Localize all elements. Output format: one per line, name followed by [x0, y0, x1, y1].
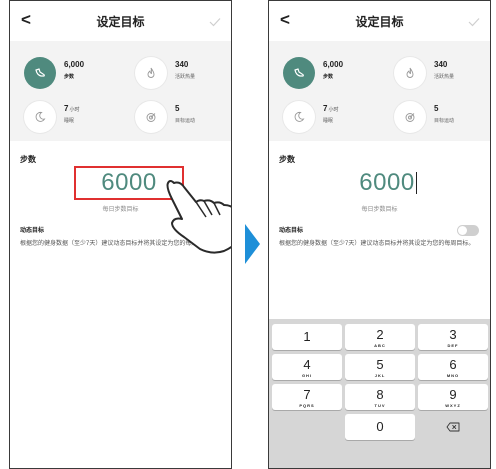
goal-label: 活跃热量 — [175, 74, 196, 80]
key-letters: WXYZ — [445, 403, 461, 408]
dynamic-goal-title: 动态目标 — [20, 228, 45, 234]
key-2[interactable]: 2 ABC — [345, 324, 415, 350]
confirm-check-icon[interactable] — [468, 14, 480, 32]
key-6[interactable]: 6 MNO — [418, 354, 488, 380]
text-cursor — [415, 172, 417, 194]
goal-value: 340 — [175, 60, 189, 69]
dynamic-goal-description: 根据您的健身数据（至少7天）建议动态目标并将其设定为您的每周目标。 — [279, 241, 475, 247]
key-digit: 5 — [376, 357, 384, 372]
backspace-icon — [446, 422, 460, 432]
dynamic-goal-toggle[interactable] — [457, 225, 479, 236]
goal-value: 5 — [175, 104, 180, 113]
toggle-knob — [458, 226, 467, 235]
steps-section-label: 步数 — [279, 155, 295, 164]
flame-icon — [135, 57, 167, 89]
goal-label: 步数 — [323, 74, 334, 80]
goal-label: 目标运动 — [434, 118, 455, 124]
goal-sleep[interactable]: 7小时 睡眠 — [283, 97, 383, 137]
goal-value: 340 — [434, 60, 448, 69]
pointing-hand-icon — [166, 180, 231, 254]
goal-summary-panel: 6,000 步数 340 活跃热量 7小时 睡眠 5 目标运动 — [269, 41, 490, 141]
key-digit: 3 — [449, 327, 457, 342]
key-digit: 4 — [303, 357, 311, 372]
goal-value: 5 — [434, 104, 439, 113]
goal-exercise[interactable]: 5 目标运动 — [394, 97, 490, 137]
nav-bar: < 设定目标 — [10, 1, 231, 39]
goal-steps[interactable]: 6,000 步数 — [283, 53, 383, 93]
goal-value: 7小时 — [64, 104, 80, 113]
goal-sleep[interactable]: 7小时 睡眠 — [24, 97, 124, 137]
goal-value: 6,000 — [323, 60, 344, 69]
target-icon — [394, 101, 426, 133]
goal-label: 步数 — [64, 74, 75, 80]
goal-steps[interactable]: 6,000 步数 — [24, 53, 124, 93]
steps-goal-value: 6000 — [359, 169, 415, 196]
key-digit: 2 — [376, 327, 384, 342]
key-digit: 6 — [449, 357, 457, 372]
confirm-check-icon[interactable] — [209, 14, 221, 32]
key-3[interactable]: 3 DEF — [418, 324, 488, 350]
key-letters: GHI — [301, 373, 313, 378]
moon-icon — [283, 101, 315, 133]
key-digit: 7 — [303, 387, 311, 402]
key-digit: 8 — [376, 387, 384, 402]
key-digit: 0 — [376, 419, 384, 434]
key-5[interactable]: 5 JKL — [345, 354, 415, 380]
goal-active-calories[interactable]: 340 活跃热量 — [394, 53, 490, 93]
page-title: 设定目标 — [355, 15, 404, 29]
moon-icon — [24, 101, 56, 133]
key-letters: DEF — [447, 343, 459, 348]
phone-screen-after: < 设定目标 6,000 步数 340 活跃热量 7小时 睡眠 5 目标运动 步… — [268, 0, 491, 469]
goal-active-calories[interactable]: 340 活跃热量 — [135, 53, 231, 93]
key-blank — [272, 414, 342, 440]
steps-goal-value: 6000 — [101, 169, 157, 196]
key-8[interactable]: 8 TUV — [345, 384, 415, 410]
delete-key[interactable] — [418, 414, 488, 440]
key-letters: MNO — [446, 373, 460, 378]
goal-exercise[interactable]: 5 目标运动 — [135, 97, 231, 137]
nav-bar: < 设定目标 — [269, 1, 490, 39]
goal-label: 睡眠 — [64, 118, 75, 124]
goal-summary-panel: 6,000 步数 340 活跃热量 7小时 睡眠 5 目标运动 — [10, 41, 231, 141]
transition-arrow-icon — [245, 224, 260, 264]
key-1[interactable]: 1 — [272, 324, 342, 350]
shoe-icon — [283, 57, 315, 89]
key-digit: 1 — [303, 329, 311, 344]
key-letters: TUV — [374, 403, 386, 408]
dynamic-goal-title: 动态目标 — [279, 228, 304, 234]
numeric-keypad: 1 2 ABC 3 DEF 4 GHI 5 JKL 6 MNO 7 PQRS 8 TUV 9W… — [269, 319, 490, 468]
key-4[interactable]: 4 GHI — [272, 354, 342, 380]
phone-screen-before: < 设定目标 6,000 步数 340 活跃热量 7小时 睡眠 5 目标运动 步… — [9, 0, 232, 469]
key-9[interactable]: 9 WXYZ — [418, 384, 488, 410]
goal-label: 目标运动 — [175, 118, 196, 124]
key-letters: PQRS — [299, 403, 315, 408]
target-icon — [135, 101, 167, 133]
flame-icon — [394, 57, 426, 89]
key-letters: JKL — [374, 373, 386, 378]
steps-goal-hint: 每日步数目标 — [361, 207, 398, 213]
goal-label: 活跃热量 — [434, 74, 455, 80]
page-title: 设定目标 — [96, 15, 145, 29]
shoe-icon — [24, 57, 56, 89]
key-digit: 9 — [449, 387, 457, 402]
goal-label: 睡眠 — [323, 118, 334, 124]
steps-goal-input[interactable]: 6000 — [333, 166, 443, 200]
key-0[interactable]: 0 — [345, 414, 415, 440]
steps-section-label: 步数 — [20, 155, 36, 164]
key-7[interactable]: 7 PQRS — [272, 384, 342, 410]
goal-value: 6,000 — [64, 60, 85, 69]
goal-value: 7小时 — [323, 104, 339, 113]
key-letters: ABC — [374, 343, 386, 348]
